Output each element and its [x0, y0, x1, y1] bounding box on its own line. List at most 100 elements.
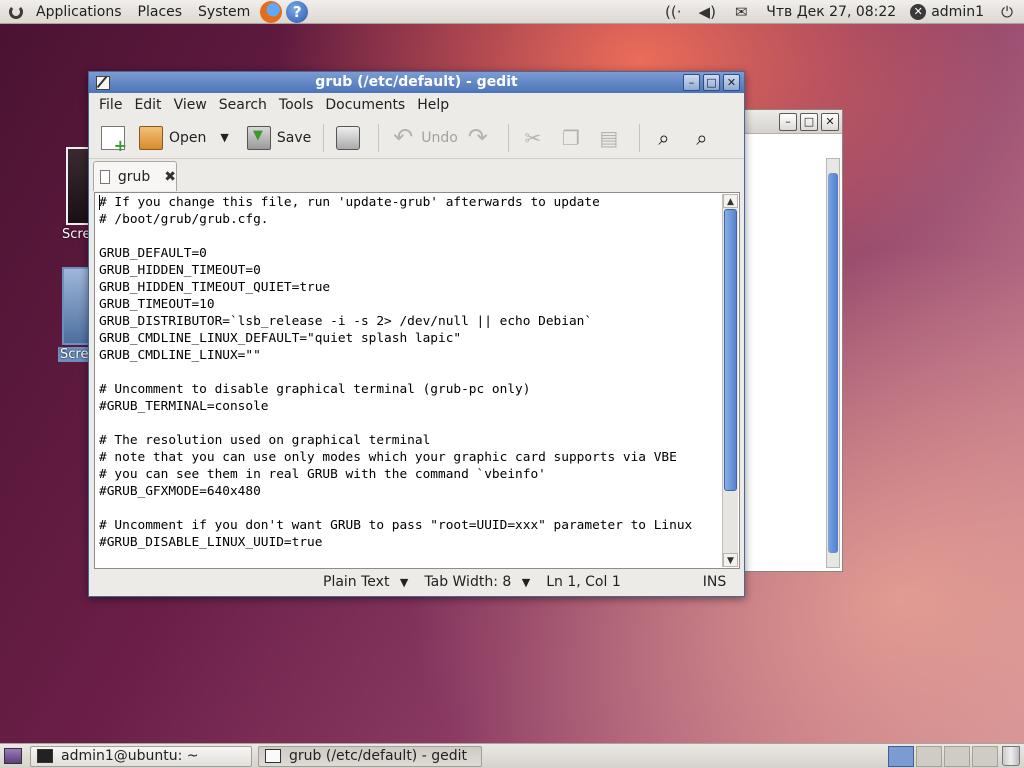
help-launcher-icon[interactable]: ? — [286, 0, 309, 23]
show-desktop-icon[interactable] — [4, 748, 22, 764]
applications-menu[interactable]: Applications — [28, 0, 130, 24]
scrollbar-thumb[interactable] — [724, 209, 737, 491]
open-recent-dropdown[interactable]: ▼ — [210, 121, 232, 155]
menubar: File Edit View Search Tools Documents He… — [89, 93, 744, 117]
editor-area[interactable]: # If you change this file, run 'update-g… — [94, 192, 740, 569]
text-line[interactable]: # /boot/grub/grub.cfg. — [99, 211, 719, 228]
text-cursor — [99, 195, 100, 210]
background-window-titlebar[interactable]: – □ ✕ — [743, 110, 842, 134]
ubuntu-logo-icon[interactable] — [4, 0, 28, 24]
tab-grub[interactable]: grub ✖ — [93, 161, 177, 191]
workspace-1[interactable] — [888, 745, 914, 767]
mail-icon[interactable]: ✉ — [729, 0, 753, 24]
system-menu[interactable]: System — [190, 0, 258, 24]
close-icon[interactable]: ✕ — [821, 112, 839, 131]
copy-button[interactable]: ❐ — [555, 121, 593, 155]
menu-edit[interactable]: Edit — [128, 93, 167, 117]
text-line[interactable]: GRUB_DISTRIBUTOR=`lsb_release -i -s 2> /… — [99, 313, 719, 330]
scrollbar-thumb[interactable] — [828, 173, 838, 553]
text-line[interactable]: #GRUB_TERMINAL=console — [99, 398, 719, 415]
toolbar-separator — [378, 123, 380, 152]
menu-search[interactable]: Search — [213, 93, 273, 117]
text-line[interactable] — [99, 500, 719, 517]
menu-tools[interactable]: Tools — [273, 93, 320, 117]
close-button[interactable]: ✕ — [723, 74, 740, 91]
menu-file[interactable]: File — [93, 93, 128, 117]
text-line[interactable]: #GRUB_GFXMODE=640x480 — [99, 483, 719, 500]
text-line[interactable]: GRUB_CMDLINE_LINUX_DEFAULT="quiet splash… — [99, 330, 719, 347]
find-button[interactable]: ⌕ — [648, 121, 686, 155]
tab-close-icon[interactable]: ✖ — [164, 169, 176, 185]
scroll-up-icon[interactable]: ▲ — [723, 194, 738, 208]
chevron-down-icon: ▼ — [521, 576, 531, 589]
undo-label: Undo — [421, 129, 458, 146]
taskbar-item-terminal[interactable]: admin1@ubuntu: ~ — [30, 745, 252, 767]
text-line[interactable]: # note that you can use only modes which… — [99, 449, 719, 466]
tab-bar: grub ✖ — [89, 159, 744, 191]
workspace-4[interactable] — [972, 745, 998, 767]
desktop-icon-label: Scre — [58, 347, 91, 362]
workspace-3[interactable] — [944, 745, 970, 767]
top-menu: Applications Places System ? — [0, 0, 309, 24]
maximize-icon[interactable]: □ — [800, 112, 818, 131]
open-button[interactable]: Open — [135, 121, 210, 155]
power-icon[interactable]: ⏻ — [995, 0, 1019, 24]
firefox-launcher-icon[interactable] — [260, 0, 283, 23]
text-content[interactable]: # If you change this file, run 'update-g… — [99, 194, 719, 568]
workspace-2[interactable] — [916, 745, 942, 767]
menu-view[interactable]: View — [168, 93, 213, 117]
editor-scrollbar[interactable]: ▲ ▼ — [722, 194, 738, 567]
print-button[interactable] — [332, 121, 370, 155]
save-icon — [246, 125, 271, 150]
text-line[interactable]: GRUB_CMDLINE_LINUX="" — [99, 347, 719, 364]
language-label: Plain Text — [323, 574, 390, 590]
magnifier-icon: ⌕ — [658, 125, 670, 150]
cut-button[interactable]: ✂ — [517, 121, 555, 155]
bottom-panel: admin1@ubuntu: ~ grub (/etc/default) - g… — [0, 743, 1024, 768]
text-line[interactable]: # you can see them in real GRUB with the… — [99, 466, 719, 483]
network-icon[interactable]: ((· — [661, 0, 685, 24]
paste-button[interactable]: ▤ — [593, 121, 631, 155]
text-line[interactable]: # Uncomment to disable graphical termina… — [99, 381, 719, 398]
background-window-scrollbar[interactable] — [826, 158, 840, 568]
volume-icon[interactable]: ◀) — [695, 0, 719, 24]
text-line[interactable]: GRUB_DEFAULT=0 — [99, 245, 719, 262]
maximize-button[interactable]: □ — [703, 74, 720, 91]
minimize-icon[interactable]: – — [779, 112, 797, 131]
task-label: admin1@ubuntu: ~ — [61, 748, 199, 764]
user-menu[interactable]: ✕ admin1 — [904, 3, 990, 20]
text-line[interactable] — [99, 228, 719, 245]
redo-button[interactable]: ↷ — [462, 121, 500, 155]
text-line[interactable]: # If you change this file, run 'update-g… — [99, 194, 719, 211]
text-line[interactable] — [99, 415, 719, 432]
text-line[interactable]: # Uncomment if you don't want GRUB to pa… — [99, 517, 719, 534]
trash-icon[interactable] — [1002, 746, 1020, 766]
text-line[interactable]: # The resolution used on graphical termi… — [99, 432, 719, 449]
text-line[interactable]: GRUB_HIDDEN_TIMEOUT=0 — [99, 262, 719, 279]
undo-button[interactable]: ↶ Undo — [387, 121, 462, 155]
menu-help[interactable]: Help — [411, 93, 455, 117]
tab-width-selector[interactable]: Tab Width: 8 ▼ — [416, 574, 538, 590]
text-line[interactable]: GRUB_TIMEOUT=10 — [99, 296, 719, 313]
text-line[interactable] — [99, 364, 719, 381]
minimize-button[interactable]: – — [683, 74, 700, 91]
menu-documents[interactable]: Documents — [319, 93, 411, 117]
text-line[interactable]: #GRUB_DISABLE_LINUX_UUID=true — [99, 534, 719, 551]
new-button[interactable] — [97, 121, 135, 155]
terminal-icon — [37, 749, 53, 763]
save-button[interactable]: Save — [243, 121, 315, 155]
open-label: Open — [169, 129, 207, 146]
scissors-icon: ✂ — [524, 125, 542, 150]
toolbar-separator — [323, 123, 325, 152]
document-icon — [100, 169, 110, 184]
scroll-down-icon[interactable]: ▼ — [723, 553, 738, 567]
window-titlebar[interactable]: grub (/etc/default) - gedit – □ ✕ — [89, 72, 744, 93]
replace-button[interactable]: ⌕ — [686, 121, 724, 155]
taskbar-item-gedit[interactable]: grub (/etc/default) - gedit — [258, 745, 482, 767]
background-window[interactable]: – □ ✕ — [742, 109, 843, 572]
clock[interactable]: Чтв Дек 27, 08:22 — [758, 4, 904, 20]
text-line[interactable]: GRUB_HIDDEN_TIMEOUT_QUIET=true — [99, 279, 719, 296]
language-selector[interactable]: Plain Text ▼ — [315, 574, 416, 590]
places-menu[interactable]: Places — [130, 0, 191, 24]
toolbar-separator — [507, 123, 509, 152]
